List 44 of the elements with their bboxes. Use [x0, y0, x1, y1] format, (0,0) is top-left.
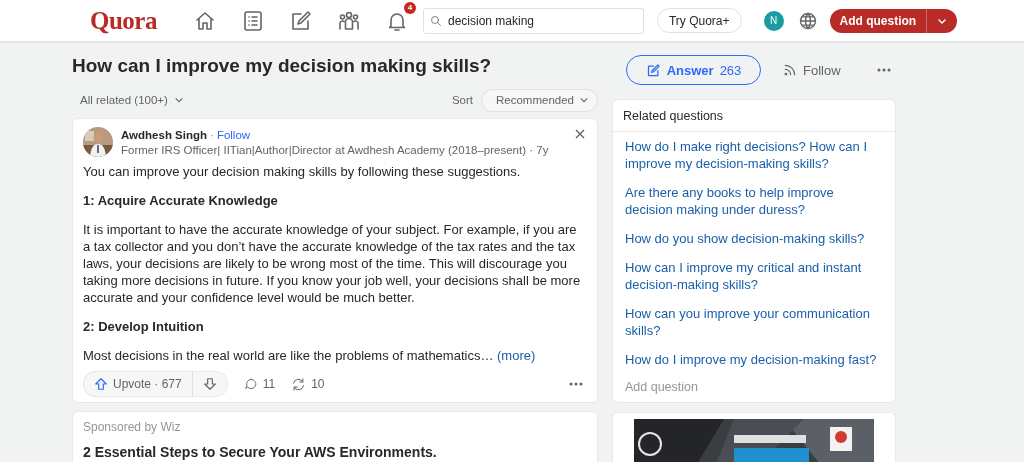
answer-paragraph: Most decisions in the real world are like the problems of mathematics… (more): [83, 347, 537, 364]
notification-badge: 4: [403, 1, 416, 14]
section-heading: 2: Develop Intuition: [83, 318, 205, 335]
close-icon[interactable]: [575, 129, 585, 139]
panel-title: Related questions: [613, 100, 895, 132]
author-name[interactable]: Awdhesh Singh: [121, 129, 208, 141]
share-button[interactable]: 10: [291, 376, 325, 392]
sort-label: Sort: [451, 94, 473, 106]
separator-dot: ·: [210, 129, 214, 141]
try-quora-plus-button[interactable]: Try Quora+: [656, 8, 742, 33]
ad-headline[interactable]: 2 Essential Steps to Secure Your AWS Environments.: [83, 444, 587, 460]
related-question-link[interactable]: How do I improve my decision-making fast?: [625, 351, 883, 368]
comment-icon: [243, 377, 258, 391]
section-heading: 1: Acquire Accurate Knowledge: [83, 192, 279, 209]
author-credential: Former IRS Officer| IITian|Author|Director at Awdhesh Academy (2018–present) · 7y: [121, 144, 549, 156]
related-question-link[interactable]: How do you show decision-making skills?: [625, 230, 883, 247]
globe-icon[interactable]: [797, 10, 818, 31]
up-arrow-icon: [94, 377, 108, 391]
quora-logo[interactable]: Quora: [90, 6, 157, 35]
share-icon: [291, 376, 307, 392]
search-icon: [429, 14, 442, 27]
related-question-link[interactable]: How can you improve your communication skills?: [625, 305, 883, 339]
comment-button[interactable]: 11: [243, 377, 276, 391]
more-options-icon[interactable]: [876, 68, 891, 72]
related-question-link[interactable]: How do I make right decisions? How can I improve my decision-making skills?: [625, 138, 883, 172]
search-field[interactable]: decision making: [422, 7, 644, 34]
filter-dropdown[interactable]: All related (100+): [80, 94, 184, 106]
sort-dropdown[interactable]: Recommended: [481, 88, 598, 112]
sponsored-label: Sponsored by Wiz: [83, 420, 182, 434]
chevron-down-icon: [173, 95, 184, 105]
follow-link[interactable]: Follow: [216, 129, 251, 141]
question-title: How can I improve my decision making skills?: [72, 55, 493, 78]
pencil-icon: [645, 62, 661, 78]
answer-paragraph: You can improve your decision making skills by following these suggestions.: [83, 163, 522, 180]
answer-paragraph: It is important to have the accurate knowledge of your subject. For example, if you are a tax collector and you don’t have the accurate knowledge of the tax rates and the tax laws, your decisions are likely to be wrong most of the time. This will discourage you taking more decisions in future. If you know your job well, your decisions shall be more accurate and your confidence level would be much better.: [83, 221, 582, 306]
more-options-icon[interactable]: [569, 382, 583, 386]
related-question-link[interactable]: How can I improve my critical and instant decision-making skills?: [625, 259, 883, 293]
chevron-down-icon: [579, 95, 589, 105]
user-avatar[interactable]: N: [763, 10, 784, 31]
follow-button[interactable]: Follow: [783, 62, 841, 78]
down-arrow-icon: [202, 377, 217, 391]
related-question-link[interactable]: Are there any books to help improve decision making under duress?: [625, 184, 883, 218]
rss-icon: [783, 63, 797, 77]
more-link[interactable]: (more): [497, 348, 536, 363]
